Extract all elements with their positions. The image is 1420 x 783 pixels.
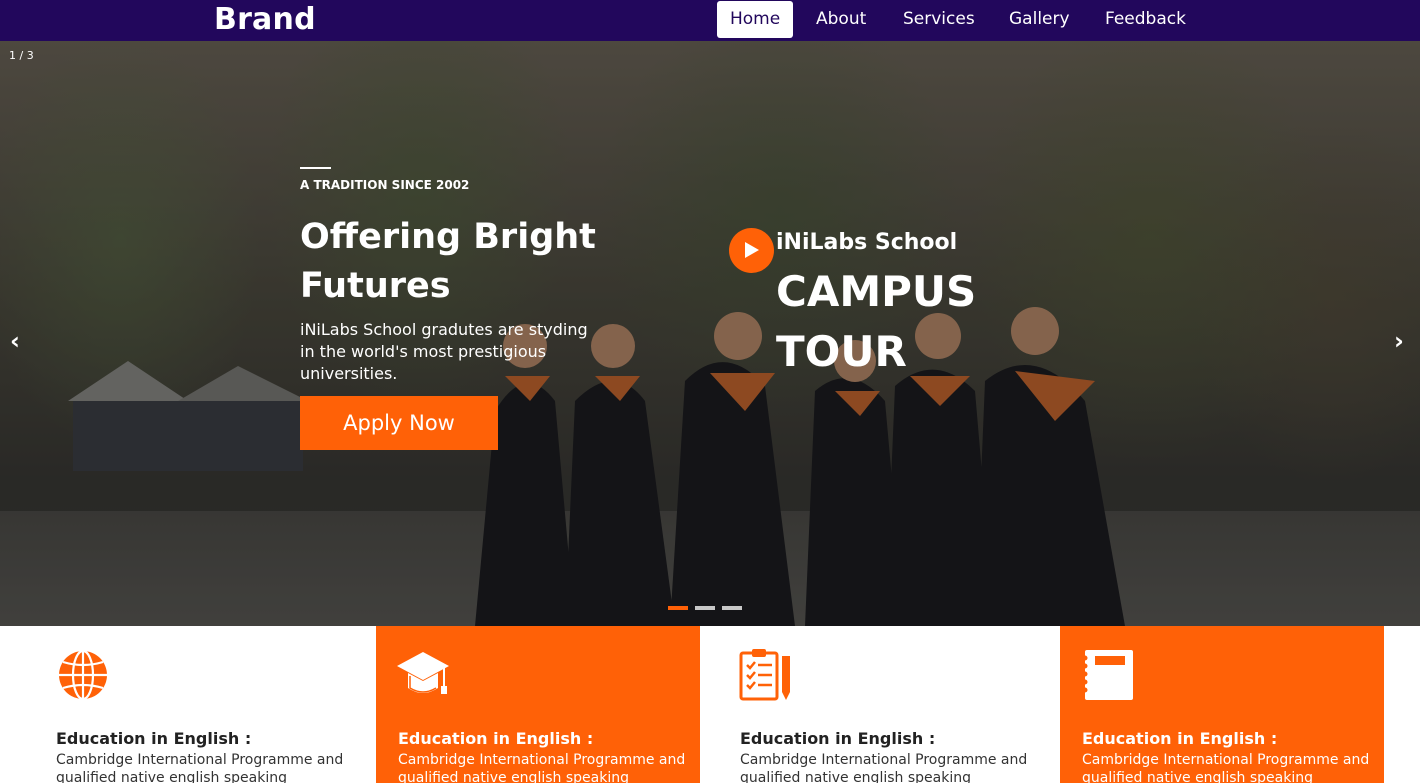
- tour-school-name: iNiLabs School: [776, 230, 958, 255]
- play-video-button[interactable]: [729, 228, 774, 273]
- feature-title: Education in English :: [56, 729, 252, 748]
- carousel-next-button[interactable]: ›: [1394, 327, 1404, 355]
- feature-text: Cambridge International Programme and qu…: [740, 752, 1028, 783]
- slide-counter: 1 / 3: [9, 49, 34, 62]
- feature-text: Cambridge International Programme and qu…: [56, 752, 344, 783]
- hero-eyebrow: A TRADITION SINCE 2002: [300, 178, 470, 192]
- hero-subtitle: iNiLabs School gradutes are styding in t…: [300, 320, 588, 383]
- eyebrow-rule: [300, 167, 331, 169]
- apply-now-button[interactable]: Apply Now: [300, 396, 498, 450]
- carousel-dot[interactable]: [722, 606, 742, 610]
- feature-card: Education in English : Cambridge Interna…: [1060, 626, 1384, 783]
- nav-gallery[interactable]: Gallery: [996, 1, 1083, 38]
- feature-card: Education in English : Cambridge Interna…: [700, 626, 1060, 783]
- feature-card: Education in English : Cambridge Interna…: [0, 626, 376, 783]
- checklist-icon: [739, 649, 790, 701]
- carousel-prev-button[interactable]: ‹: [10, 327, 20, 355]
- navbar: Brand Home About Services Gallery Feedba…: [0, 0, 1420, 41]
- nav-about[interactable]: About: [803, 1, 879, 38]
- tour-title: CAMPUS TOUR: [776, 267, 977, 376]
- brand-logo[interactable]: Brand: [214, 2, 316, 37]
- feature-text: Cambridge International Programme and qu…: [398, 752, 686, 783]
- feature-title: Education in English :: [398, 729, 594, 748]
- nav-home[interactable]: Home: [717, 1, 794, 38]
- nav-services[interactable]: Services: [890, 1, 988, 38]
- notebook-icon: [1082, 650, 1133, 700]
- hero-carousel: 1 / 3 ‹ › A TRADITION SINCE 2002 Offerin…: [0, 41, 1420, 626]
- feature-title: Education in English :: [1082, 729, 1278, 748]
- hero-headline: Offering Bright Futures: [300, 217, 596, 306]
- feature-title: Education in English :: [740, 729, 936, 748]
- globe-icon: [59, 649, 107, 701]
- feature-text: Cambridge International Programme and qu…: [1082, 752, 1370, 783]
- nav-feedback[interactable]: Feedback: [1092, 1, 1199, 38]
- hero-overlay: [0, 41, 1420, 626]
- carousel-dot[interactable]: [695, 606, 715, 610]
- play-icon: [745, 242, 759, 258]
- carousel-dot[interactable]: [668, 606, 688, 610]
- feature-card: Education in English : Cambridge Interna…: [376, 626, 700, 783]
- graduation-cap-icon: [397, 652, 449, 694]
